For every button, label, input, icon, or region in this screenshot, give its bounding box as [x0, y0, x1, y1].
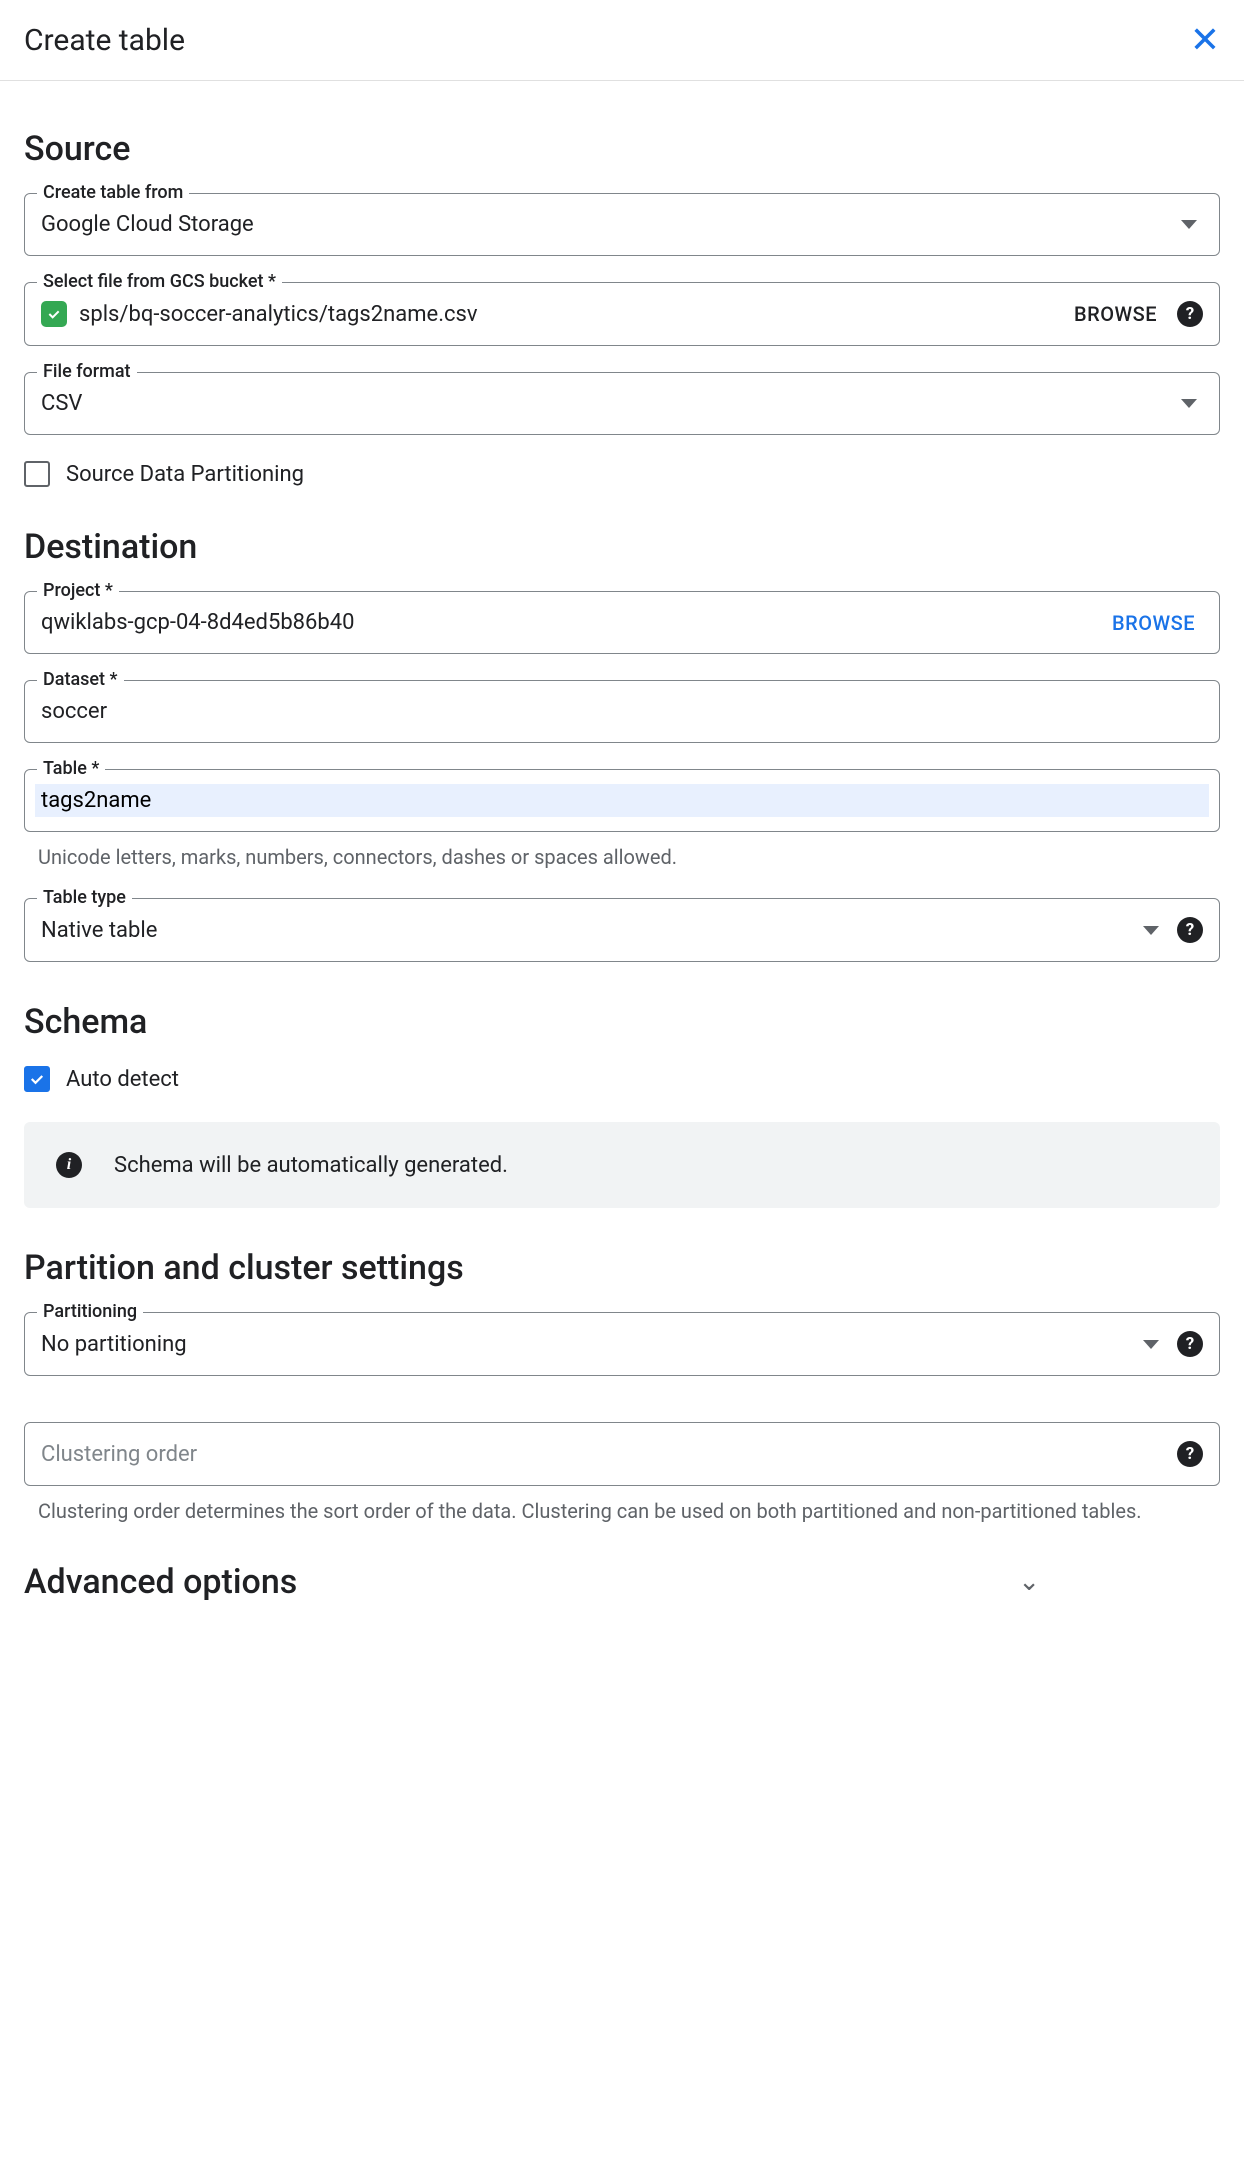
partitioning-label: Partitioning [37, 1301, 143, 1322]
chevron-down-icon [1143, 1340, 1159, 1349]
partitioning-value: No partitioning [41, 1332, 1131, 1357]
help-icon[interactable]: ? [1177, 1441, 1203, 1467]
info-icon: i [56, 1152, 82, 1178]
advanced-options-toggle[interactable]: Advanced options ⌄ [24, 1552, 1220, 1612]
chevron-down-icon [1143, 926, 1159, 935]
gcs-browse-button[interactable]: BROWSE [1066, 302, 1165, 326]
section-title-advanced: Advanced options [24, 1562, 297, 1602]
auto-detect-checkbox[interactable] [24, 1066, 50, 1092]
help-icon[interactable]: ? [1177, 301, 1203, 327]
source-partition-label: Source Data Partitioning [66, 462, 304, 487]
dataset-field[interactable]: Dataset * soccer [24, 680, 1220, 743]
project-field[interactable]: Project * qwiklabs-gcp-04-8d4ed5b86b40 B… [24, 591, 1220, 654]
table-type-select[interactable]: Table type Native table ? [24, 898, 1220, 962]
table-field[interactable]: Table * [24, 769, 1220, 832]
table-hint: Unicode letters, marks, numbers, connect… [24, 842, 1220, 872]
gcs-file-value: spls/bq-soccer-analytics/tags2name.csv [79, 302, 1054, 327]
close-icon[interactable]: ✕ [1190, 22, 1220, 58]
help-icon[interactable]: ? [1177, 917, 1203, 943]
create-table-from-select[interactable]: Create table from Google Cloud Storage [24, 193, 1220, 256]
file-format-select[interactable]: File format CSV [24, 372, 1220, 435]
chevron-down-icon: ⌄ [1018, 1567, 1040, 1597]
create-table-from-label: Create table from [37, 182, 189, 203]
clustering-order-placeholder: Clustering order [41, 1442, 1165, 1467]
clustering-order-field[interactable]: Clustering order ? [24, 1422, 1220, 1486]
create-table-from-value: Google Cloud Storage [41, 212, 1169, 237]
chevron-down-icon [1181, 220, 1197, 229]
file-format-label: File format [37, 361, 137, 382]
file-format-value: CSV [41, 391, 1169, 416]
table-type-value: Native table [41, 918, 1131, 943]
dialog-header: Create table ✕ [0, 0, 1244, 81]
schema-info-text: Schema will be automatically generated. [114, 1153, 508, 1178]
section-title-source: Source [24, 129, 1220, 169]
section-title-schema: Schema [24, 1002, 1220, 1042]
table-input[interactable] [35, 784, 1209, 817]
partitioning-select[interactable]: Partitioning No partitioning ? [24, 1312, 1220, 1376]
project-value: qwiklabs-gcp-04-8d4ed5b86b40 [41, 610, 1092, 635]
table-type-label: Table type [37, 887, 132, 908]
project-browse-button[interactable]: BROWSE [1104, 611, 1203, 635]
chevron-down-icon [1181, 399, 1197, 408]
table-label: Table * [37, 758, 105, 779]
dataset-value: soccer [41, 699, 1203, 724]
check-icon [41, 301, 67, 327]
gcs-file-field[interactable]: Select file from GCS bucket * spls/bq-so… [24, 282, 1220, 346]
auto-detect-row: Auto detect [24, 1066, 1220, 1092]
dialog-content: Source Create table from Google Cloud St… [0, 81, 1244, 1666]
source-partition-row: Source Data Partitioning [24, 461, 1220, 487]
auto-detect-label: Auto detect [66, 1067, 179, 1092]
schema-info-banner: i Schema will be automatically generated… [24, 1122, 1220, 1208]
section-title-partition: Partition and cluster settings [24, 1248, 1220, 1288]
help-icon[interactable]: ? [1177, 1331, 1203, 1357]
dataset-label: Dataset * [37, 669, 124, 690]
gcs-file-label: Select file from GCS bucket * [37, 271, 282, 292]
section-title-destination: Destination [24, 527, 1220, 567]
clustering-hint: Clustering order determines the sort ord… [24, 1496, 1220, 1526]
source-partition-checkbox[interactable] [24, 461, 50, 487]
project-label: Project * [37, 580, 119, 601]
dialog-title: Create table [24, 23, 185, 58]
